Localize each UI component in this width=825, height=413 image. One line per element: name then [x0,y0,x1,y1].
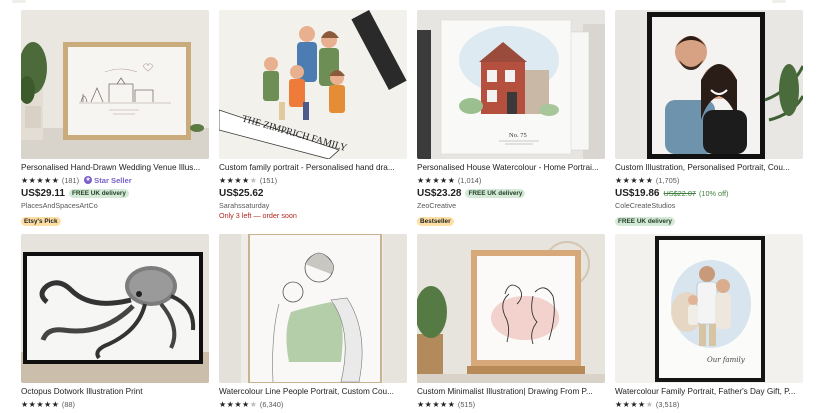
free-delivery-badge: FREE UK delivery [68,188,129,198]
review-count: (6,340) [259,399,284,409]
listing-title[interactable]: Personalised House Watercolour - Home Po… [417,163,605,173]
listing-card-octopus[interactable]: Octopus Dotwork Illustration Print ★ ★ ★ ★ ★… [21,234,209,409]
shop-name[interactable]: ZeoCreative [417,201,605,210]
rating-row: ★ ★ ★ ★ ★ (1,014) [417,175,605,185]
listing-image-house-watercolour[interactable]: No. 75 [417,10,605,159]
listing-price: US$29.11 [21,187,65,199]
star-rating: ★ ★ ★ ★ ★ [417,399,455,409]
star-rating: ★ ★ ★ ★ ★ [21,175,59,185]
listing-image-family-portrait[interactable]: THE ZIMPRICH FAMILY [219,10,407,159]
price-row: US$19.86 US$22.07 (10% off) [615,187,803,199]
free-delivery-badge: FREE UK delivery [465,188,526,198]
review-count: (515) [457,399,476,409]
original-price: US$22.07 [663,188,696,198]
review-count: (88) [61,399,76,409]
listing-title[interactable]: Personalised Hand-Drawn Wedding Venue Il… [21,163,209,173]
listing-title[interactable]: Octopus Dotwork Illustration Print [21,387,209,397]
listing-card-minimalist[interactable]: Custom Minimalist Illustration| Drawing … [417,234,605,409]
listing-image-wedding-venue[interactable] [21,10,209,159]
line-people-portrait-illustration [219,234,407,383]
rating-row: ★ ★ ★ ★ ★ (88) [21,399,209,409]
shop-name[interactable]: PlacesAndSpacesArtCo [21,201,209,210]
rating-row: ★ ★ ★ ★ ★ (515) [417,399,605,409]
listing-title[interactable]: Custom Illustration, Personalised Portra… [615,163,803,173]
etsys-pick-badge: Etsy's Pick [21,217,61,226]
review-count: (3,518) [655,399,680,409]
review-count: (1,705) [655,175,680,185]
rating-row: ★ ★ ★ ★ ★ (1,705) [615,175,803,185]
review-count: (151) [259,175,278,185]
review-count: (181) [61,175,80,185]
house-number-text: No. 75 [509,132,527,139]
listing-card-custom-illustration[interactable]: Custom Illustration, Personalised Portra… [615,10,803,228]
bestseller-badge: Bestseller [417,217,454,226]
rating-row: ★ ★ ★ ★ ★ (3,518) [615,399,803,409]
star-rating: ★ ★ ★ ★ ★ [219,399,257,409]
listing-title[interactable]: Custom Minimalist Illustration| Drawing … [417,387,605,397]
listing-image-octopus[interactable] [21,234,209,383]
house-watercolour-illustration: No. 75 [417,10,605,159]
rating-row: ★ ★ ★ ★ ★ (6,340) [219,399,407,409]
minimalist-couple-illustration [417,234,605,383]
listing-title[interactable]: Watercolour Line People Portrait, Custom… [219,387,407,397]
price-row: US$25.62 [219,187,407,199]
rating-row: ★ ★ ★ ★ ★ (181) ★ Star Seller [21,175,209,185]
top-scroll-strip [0,0,825,6]
strip-mark [772,0,786,3]
star-rating: ★ ★ ★ ★ ★ [417,175,455,185]
listing-card-wedding-venue[interactable]: Personalised Hand-Drawn Wedding Venue Il… [21,10,209,228]
listing-title[interactable]: Watercolour Family Portrait, Father's Da… [615,387,803,397]
our-family-caption: Our family [707,356,746,364]
watercolour-family-illustration: Our family [615,234,803,383]
free-delivery-badge: FREE UK delivery [615,217,675,226]
star-rating: ★ ★ ★ ★ ★ [21,399,59,409]
wedding-venue-illustration [21,10,209,159]
listing-image-line-people[interactable] [219,234,407,383]
discount-label: (10% off) [698,188,729,198]
shop-name[interactable]: Sarahssaturday [219,201,407,210]
low-stock-note: Only 3 left — order soon [219,211,297,220]
listing-title[interactable]: Custom family portrait - Personalised ha… [219,163,407,173]
family-portrait-illustration: THE ZIMPRICH FAMILY [219,10,407,159]
listing-image-minimalist[interactable] [417,234,605,383]
star-rating: ★ ★ ★ ★ ★ [615,175,653,185]
octopus-print-illustration [21,234,209,383]
couple-portrait-illustration [615,10,803,159]
star-rating: ★ ★ ★ ★ ★ [615,399,653,409]
price-row: US$29.11 FREE UK delivery [21,187,209,199]
review-count: (1,014) [457,175,482,185]
star-rating: ★ ★ ★ ★ ★ [219,175,257,185]
shop-name[interactable]: ColeCreateStudios [615,201,803,210]
star-seller-badge: ★ Star Seller [84,176,132,185]
listing-card-family-portrait[interactable]: THE ZIMPRICH FAMILY Custom family portra… [219,10,407,220]
listing-image-custom-illustration[interactable] [615,10,803,159]
listing-price: US$25.62 [219,187,264,199]
listing-card-house-watercolour[interactable]: No. 75 Personalised House Watercolour - … [417,10,605,228]
listing-price: US$23.28 [417,187,462,199]
listing-card-watercolour-family[interactable]: Our family Watercolour Family Portrait, … [615,234,803,409]
star-seller-icon: ★ [84,176,93,184]
rating-row: ★ ★ ★ ★ ★ (151) [219,175,407,185]
listing-image-watercolour-family[interactable]: Our family [615,234,803,383]
star-seller-label: Star Seller [94,175,132,185]
price-row: US$23.28 FREE UK delivery [417,187,605,199]
listing-price: US$19.86 [615,187,660,199]
listing-card-line-people[interactable]: Watercolour Line People Portrait, Custom… [219,234,407,409]
strip-mark [12,0,26,3]
